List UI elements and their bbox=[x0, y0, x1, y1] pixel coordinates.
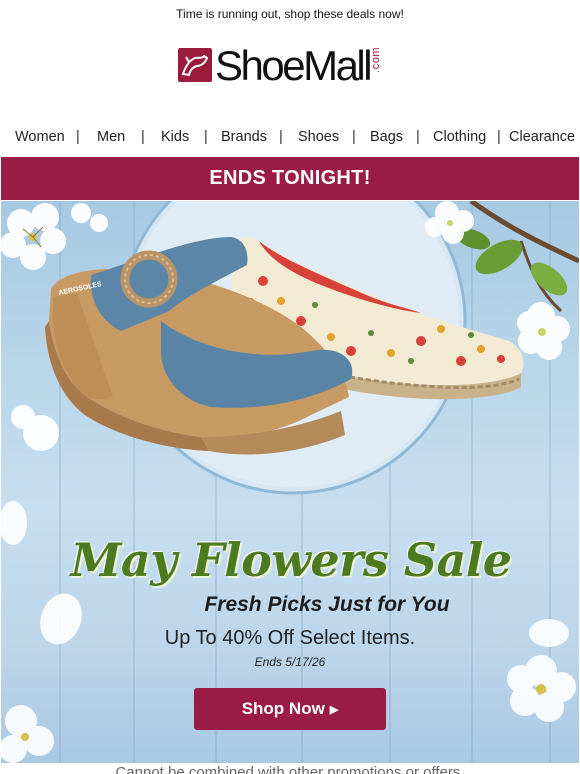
nav-shoes[interactable]: Shoes bbox=[298, 129, 339, 145]
nav-separator: | bbox=[204, 129, 208, 145]
sale-end-date: Ends 5/17/26 bbox=[254, 655, 326, 669]
hero-banner[interactable]: AEROSOLES May Flowers Sale Fresh Picks J… bbox=[1, 201, 579, 763]
nav-separator: | bbox=[76, 129, 80, 145]
logo-suffix: .com bbox=[370, 47, 383, 73]
nav-clothing[interactable]: Clothing bbox=[433, 129, 486, 145]
sale-subtitle: Fresh Picks Just for You bbox=[204, 593, 450, 616]
hero-artwork: AEROSOLES bbox=[1, 201, 579, 763]
nav-separator: | bbox=[352, 129, 356, 145]
nav-separator: | bbox=[279, 129, 283, 145]
nav-women[interactable]: Women bbox=[15, 129, 65, 145]
nav-brands[interactable]: Brands bbox=[221, 129, 267, 145]
preheader-text: Time is running out, shop these deals no… bbox=[176, 7, 404, 21]
logo-wordmark: ShoeMall bbox=[215, 42, 373, 89]
shop-now-label: Shop Now bbox=[241, 699, 325, 718]
sale-offer: Up To 40% Off Select Items. bbox=[164, 627, 416, 649]
disclaimer-text: Cannot be combined with other promotions… bbox=[115, 764, 465, 774]
shoemall-logo[interactable]: ShoeMall .com bbox=[178, 44, 382, 88]
ends-tonight-banner[interactable]: ENDS TONIGHT! bbox=[1, 157, 579, 200]
nav-separator: | bbox=[497, 129, 501, 145]
nav-separator: | bbox=[416, 129, 420, 145]
category-nav: Women | Men | Kids | Brands | Shoes | Ba… bbox=[0, 129, 580, 149]
nav-separator: | bbox=[141, 129, 145, 145]
nav-men[interactable]: Men bbox=[97, 129, 125, 145]
arrow-right-icon: ▶ bbox=[329, 704, 339, 716]
nav-kids[interactable]: Kids bbox=[161, 129, 189, 145]
shop-now-button[interactable]: Shop Now ▶ bbox=[194, 688, 386, 730]
nav-bags[interactable]: Bags bbox=[370, 129, 403, 145]
sale-title: May Flowers Sale bbox=[70, 533, 512, 587]
nav-clearance[interactable]: Clearance bbox=[509, 129, 575, 145]
logo-shoe-icon bbox=[178, 48, 212, 82]
